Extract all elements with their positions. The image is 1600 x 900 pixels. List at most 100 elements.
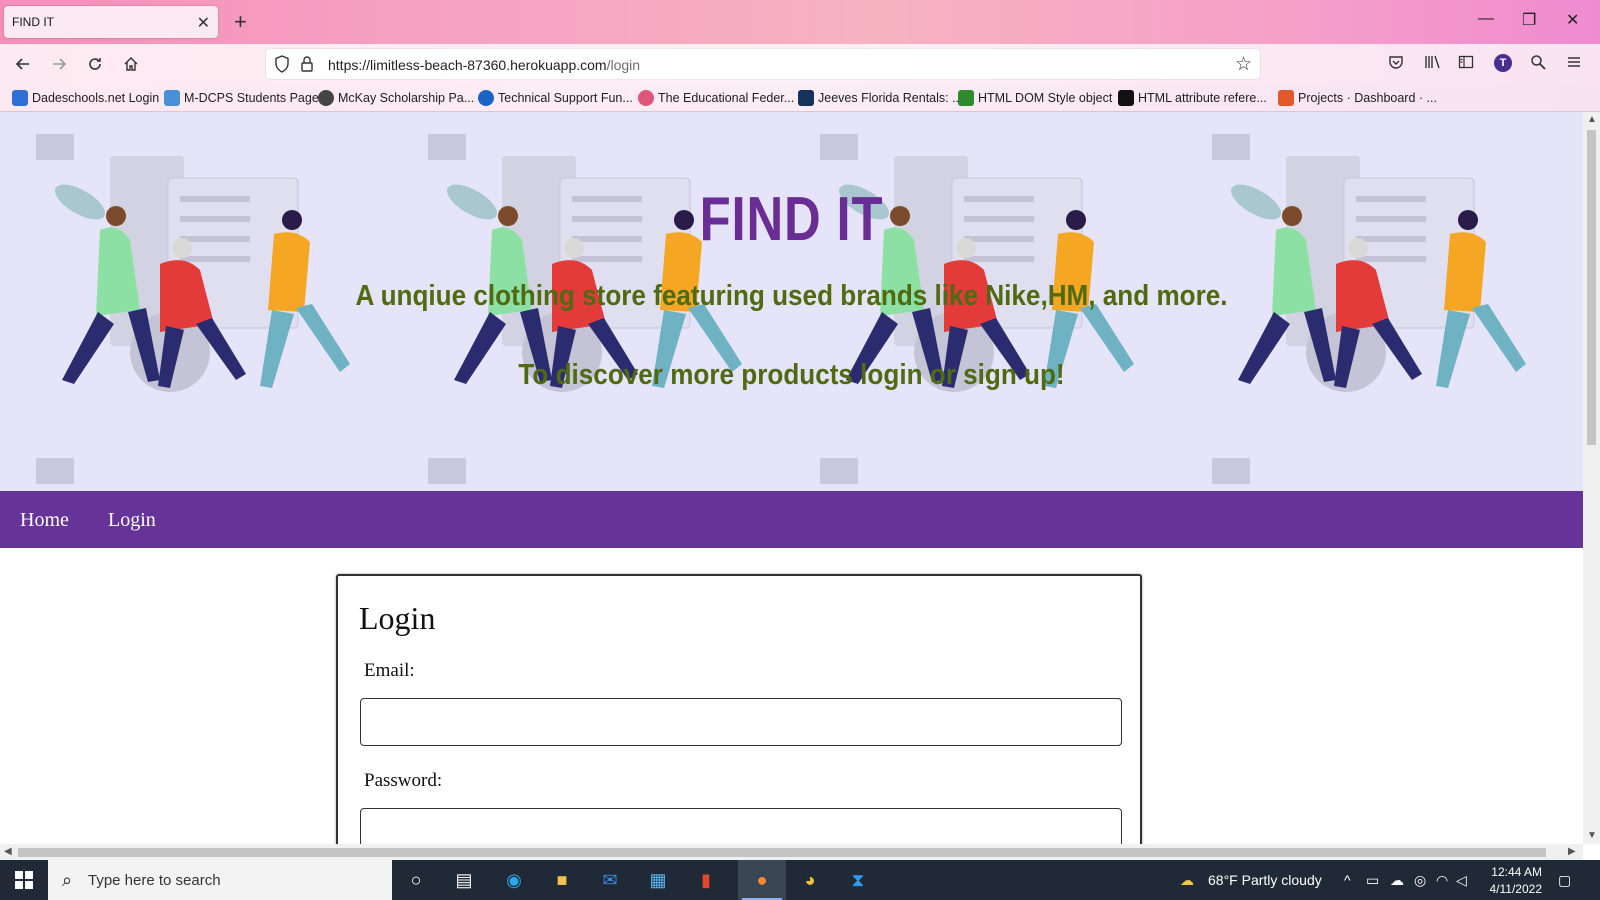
bookmark-label: The Educational Feder... [658,91,795,105]
task-view-icon[interactable]: ▤ [450,866,478,894]
lock-icon[interactable] [300,55,314,78]
bookmark-item[interactable]: Dadeschools.net Login [12,90,159,106]
hero-banner: FIND IT A unqiue clothing store featurin… [0,112,1583,491]
close-tab-icon[interactable]: ✕ [197,13,210,33]
notifications-icon[interactable]: ▢ [1558,872,1571,889]
bookmark-label: HTML attribute refere... [1138,91,1267,105]
bookmark-favicon-icon [958,90,974,106]
hero-call-to-action: To discover more products login or sign … [518,359,1065,391]
new-tab-icon[interactable]: + [234,9,247,35]
reload-icon[interactable] [84,53,106,75]
edge-icon[interactable]: ◉ [500,866,528,894]
weather-icon[interactable]: ☁ [1180,872,1194,889]
bookmark-item[interactable]: HTML attribute refere... [1118,90,1267,106]
bookmark-label: M-DCPS Students Page [184,91,319,105]
email-field[interactable] [360,698,1122,746]
login-heading: Login [359,600,436,636]
bookmark-label: Technical Support Fun... [498,91,633,105]
bookmark-favicon-icon [164,90,180,106]
email-label: Email: [364,660,415,681]
forward-icon[interactable] [48,53,70,75]
windows-start-icon[interactable] [10,866,38,894]
scroll-down-icon[interactable]: ▼ [1587,830,1597,841]
back-icon[interactable] [12,53,34,75]
bookmark-item[interactable]: Jeeves Florida Rentals: ... [798,90,963,106]
zoom-search-icon[interactable] [1530,54,1546,75]
address-bar[interactable]: https://limitless-beach-87360.herokuapp.… [266,49,1260,79]
profile-avatar-icon[interactable]: T [1494,54,1512,72]
login-form: Login Email: Password: [336,574,1142,844]
vscode-icon[interactable]: ⧗ [844,866,872,894]
sidebar-icon[interactable] [1458,54,1474,75]
bookmark-favicon-icon [478,90,494,106]
password-label: Password: [364,770,443,791]
url-path: /login [606,57,641,73]
library-icon[interactable] [1424,54,1442,75]
bookmark-favicon-icon [318,90,334,106]
bookmark-label: McKay Scholarship Pa... [338,91,475,105]
search-icon: ⌕ [62,870,73,890]
cortana-icon[interactable]: ○ [402,866,430,894]
home-icon[interactable] [120,53,142,75]
shield-icon[interactable] [274,55,290,78]
taskbar: ⌕ Type here to search ○ ▤ ◉ ■ ✉ ▦ ▮ ● ◕ … [0,860,1600,900]
bookmark-favicon-icon [638,90,654,106]
browser-tab-strip: FIND IT ✕ + — ❐ ✕ [0,0,1600,44]
chrome-icon[interactable]: ◕ [796,866,824,894]
bookmark-label: Jeeves Florida Rentals: ... [818,91,963,105]
browser-tab[interactable]: FIND IT ✕ [4,6,218,38]
bookmark-label: Projects · Dashboard · ... [1298,91,1437,105]
mail-icon[interactable]: ✉ [596,866,624,894]
bookmark-item[interactable]: The Educational Feder... [638,90,794,106]
scroll-right-icon[interactable]: ▶ [1568,846,1576,857]
vertical-scroll-thumb[interactable] [1587,130,1596,445]
page-viewport: FIND IT A unqiue clothing store featurin… [0,112,1583,844]
restore-icon[interactable]: ❐ [1522,10,1536,30]
bookmark-item[interactable]: Technical Support Fun... [478,90,633,106]
password-field[interactable] [360,808,1122,844]
bookmark-favicon-icon [12,90,28,106]
bookmark-item[interactable]: McKay Scholarship Pa... [318,90,474,106]
vertical-scrollbar[interactable]: ▲ ▼ [1583,112,1600,844]
navigation-toolbar: https://limitless-beach-87360.herokuapp.… [0,44,1600,84]
bookmark-favicon-icon [1118,90,1134,106]
bookmark-label: Dadeschools.net Login [32,91,160,105]
nav-home-link[interactable]: Home [20,509,69,532]
clock-time: 12:44 AM [1491,865,1542,879]
hero-subtitle: A unqiue clothing store featuring used b… [355,280,1228,312]
file-explorer-icon[interactable]: ■ [548,866,576,894]
scroll-up-icon[interactable]: ▲ [1587,114,1597,125]
show-hidden-icons-icon[interactable]: ^ [1344,872,1351,888]
taskbar-clock[interactable]: 12:44 AM 4/11/2022 [1474,864,1543,898]
url-host: https://limitless-beach-87360.herokuapp.… [328,57,607,73]
bookmark-favicon-icon [798,90,814,106]
window-close-icon[interactable]: ✕ [1566,10,1579,30]
volume-icon[interactable]: ◁ [1456,872,1467,889]
office-icon[interactable]: ▮ [692,866,720,894]
bookmark-favicon-icon [1278,90,1294,106]
bookmark-star-icon[interactable]: ☆ [1235,53,1252,76]
hero-title: FIND IT [699,185,884,254]
taskbar-search[interactable]: ⌕ Type here to search [48,860,392,900]
site-navigation: Home Login [0,491,1583,548]
store-icon[interactable]: ▦ [644,866,672,894]
nav-login-link[interactable]: Login [108,509,156,532]
scroll-left-icon[interactable]: ◀ [4,846,12,857]
bookmark-item[interactable]: Projects · Dashboard · ... [1278,90,1437,106]
taskbar-search-placeholder: Type here to search [88,871,221,889]
wifi-icon[interactable]: ◠ [1436,872,1448,889]
bookmark-label: HTML DOM Style object [978,91,1113,105]
meet-now-icon[interactable]: ◎ [1414,872,1426,889]
battery-icon[interactable]: ▭ [1366,872,1379,889]
minimize-icon[interactable]: — [1478,10,1494,28]
tab-title: FIND IT [12,15,54,29]
pocket-icon[interactable] [1388,54,1404,75]
bookmark-item[interactable]: HTML DOM Style object [958,90,1112,106]
horizontal-scrollbar[interactable]: ◀ ▶ [0,844,1583,860]
weather-text[interactable]: 68°F Partly cloudy [1208,872,1322,888]
horizontal-scroll-thumb[interactable] [18,848,1546,857]
bookmark-item[interactable]: M-DCPS Students Page [164,90,319,106]
firefox-icon[interactable]: ● [748,866,776,894]
onedrive-icon[interactable]: ☁ [1390,872,1404,889]
menu-icon[interactable] [1566,54,1582,75]
